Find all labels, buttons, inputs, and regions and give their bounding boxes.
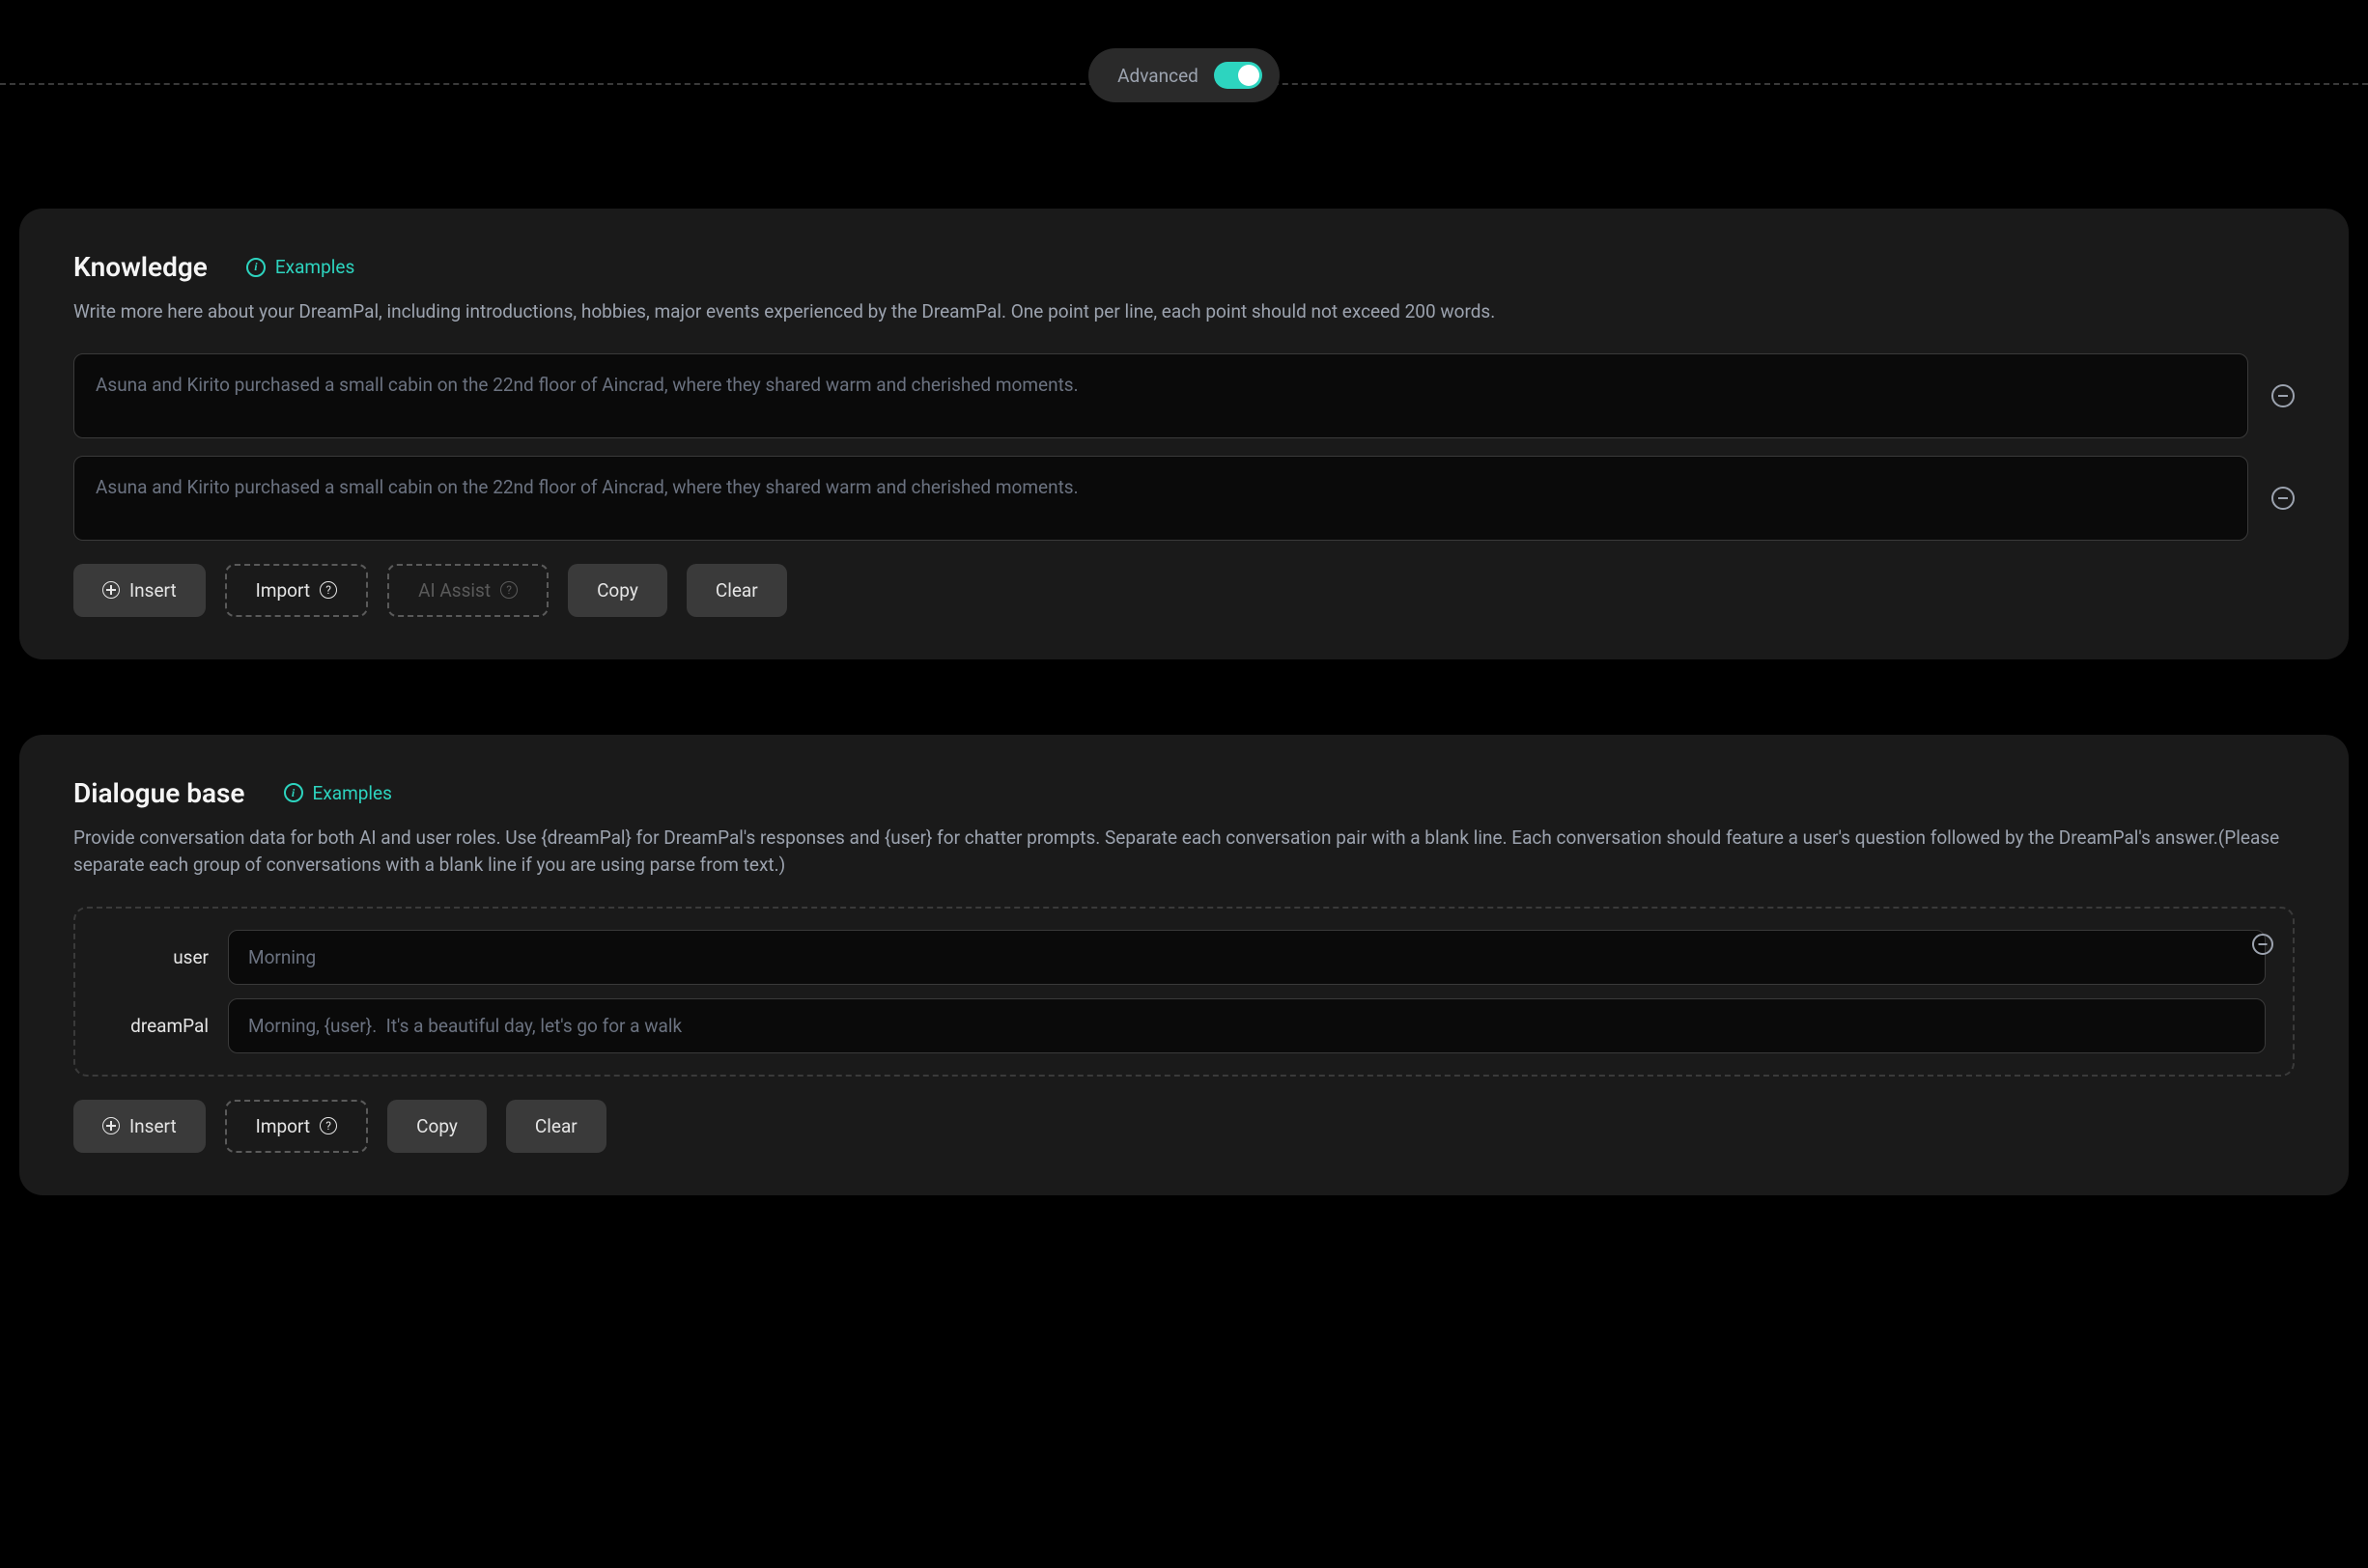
help-circle-icon: ?: [320, 1117, 337, 1134]
info-icon: i: [246, 258, 266, 277]
dialogue-examples-link[interactable]: i Examples: [284, 782, 392, 804]
advanced-toggle-label: Advanced: [1117, 65, 1198, 87]
insert-label: Insert: [129, 579, 177, 602]
clear-label: Clear: [535, 1115, 578, 1137]
dialogue-copy-button[interactable]: Copy: [387, 1100, 487, 1153]
dialogue-dreampal-row: dreamPal: [102, 998, 2266, 1053]
user-role-label: user: [102, 946, 209, 968]
dialogue-description: Provide conversation data for both AI an…: [73, 825, 2295, 880]
dialogue-insert-button[interactable]: Insert: [73, 1100, 206, 1153]
help-circle-icon: ?: [500, 581, 518, 599]
dialogue-user-input[interactable]: [228, 930, 2266, 985]
remove-knowledge-item-button[interactable]: [2271, 384, 2295, 407]
knowledge-input-0[interactable]: [73, 353, 2248, 438]
help-circle-icon: ?: [320, 581, 337, 599]
advanced-toggle-pill: Advanced: [1088, 48, 1280, 102]
clear-label: Clear: [716, 579, 758, 602]
dialogue-clear-button[interactable]: Clear: [506, 1100, 606, 1153]
knowledge-card: Knowledge i Examples Write more here abo…: [19, 209, 2349, 659]
dialogue-user-row: user: [102, 930, 2266, 985]
knowledge-input-1[interactable]: [73, 456, 2248, 541]
plus-circle-icon: [102, 1117, 120, 1134]
examples-label: Examples: [275, 256, 354, 278]
import-label: Import: [256, 1115, 310, 1137]
knowledge-clear-button[interactable]: Clear: [687, 564, 787, 617]
dialogue-title: Dialogue base: [73, 777, 245, 809]
ai-assist-label: AI Assist: [418, 579, 491, 602]
knowledge-copy-button[interactable]: Copy: [568, 564, 667, 617]
knowledge-insert-button[interactable]: Insert: [73, 564, 206, 617]
dreampal-role-label: dreamPal: [102, 1015, 209, 1037]
dialogue-header: Dialogue base i Examples: [73, 777, 2295, 809]
knowledge-input-row: [73, 456, 2295, 541]
knowledge-title: Knowledge: [73, 251, 208, 283]
toggle-knob: [1238, 65, 1259, 86]
remove-dialogue-pair-button[interactable]: [2252, 934, 2273, 955]
import-label: Import: [256, 579, 310, 602]
dialogue-import-button[interactable]: Import ?: [225, 1100, 368, 1153]
insert-label: Insert: [129, 1115, 177, 1137]
dialogue-card: Dialogue base i Examples Provide convers…: [19, 735, 2349, 1195]
dialogue-pair-container: user dreamPal: [73, 907, 2295, 1077]
dialogue-dreampal-input[interactable]: [228, 998, 2266, 1053]
knowledge-header: Knowledge i Examples: [73, 251, 2295, 283]
copy-label: Copy: [416, 1115, 458, 1137]
knowledge-examples-link[interactable]: i Examples: [246, 256, 354, 278]
remove-knowledge-item-button[interactable]: [2271, 487, 2295, 510]
examples-label: Examples: [313, 782, 392, 804]
knowledge-button-row: Insert Import ? AI Assist ? Copy Clear: [73, 564, 2295, 617]
copy-label: Copy: [597, 579, 638, 602]
knowledge-import-button[interactable]: Import ?: [225, 564, 368, 617]
plus-circle-icon: [102, 581, 120, 599]
knowledge-input-row: [73, 353, 2295, 438]
knowledge-description: Write more here about your DreamPal, inc…: [73, 298, 2295, 326]
advanced-toggle-container: Advanced: [19, 48, 2349, 102]
advanced-toggle-switch[interactable]: [1214, 62, 1262, 89]
info-icon: i: [284, 783, 303, 802]
knowledge-ai-assist-button[interactable]: AI Assist ?: [387, 564, 549, 617]
dialogue-button-row: Insert Import ? Copy Clear: [73, 1100, 2295, 1153]
